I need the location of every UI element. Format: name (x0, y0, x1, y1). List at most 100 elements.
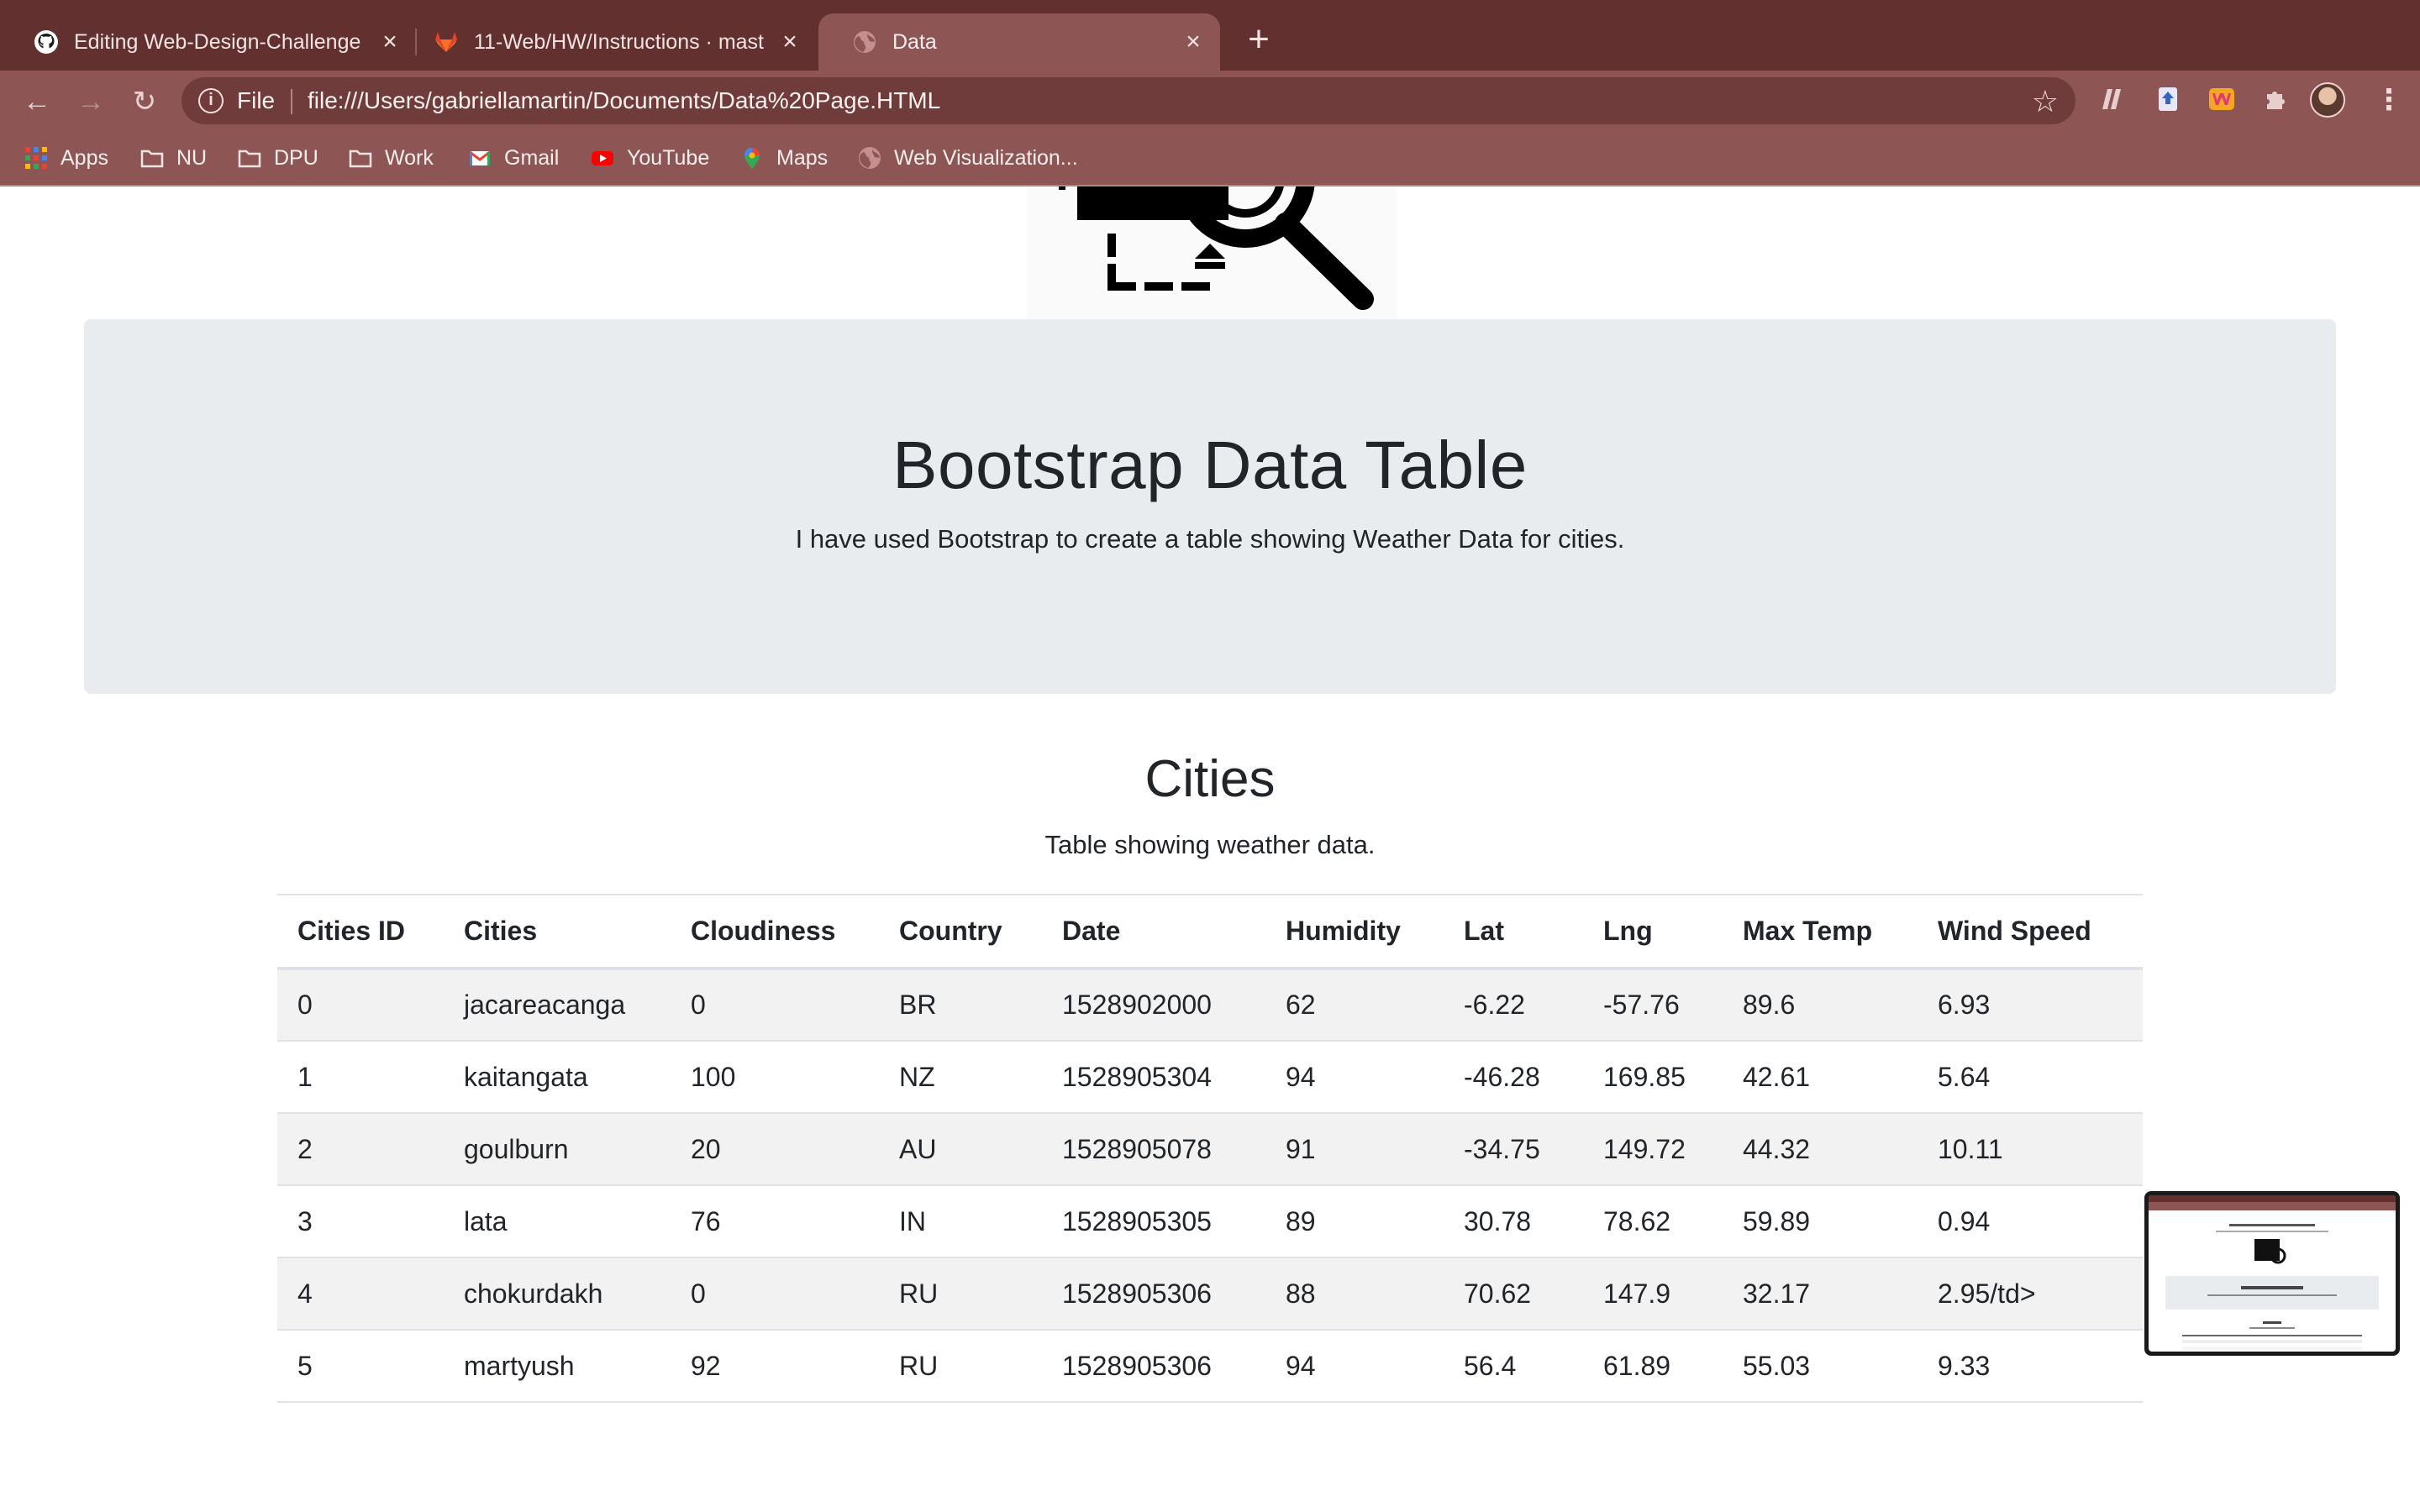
table-cell: NZ (879, 1041, 1042, 1114)
page-viewport: Bootstrap Data Table I have used Bootstr… (0, 186, 2420, 1512)
apps-grid-icon (25, 147, 47, 169)
folder-icon (140, 150, 164, 168)
table-cell: 0 (277, 969, 444, 1042)
table-cell: 30.78 (1444, 1185, 1583, 1258)
info-icon[interactable]: i (198, 88, 224, 113)
bookmark-maps[interactable]: Maps (739, 143, 828, 173)
table-cell: goulburn (444, 1113, 671, 1186)
tab-instructions[interactable]: 11-Web/HW/Instructions · mast × (400, 13, 817, 71)
tab-data[interactable]: Data × (818, 13, 1220, 71)
table-cell: AU (879, 1113, 1042, 1186)
gmail-icon (469, 150, 491, 165)
table-cell: 2 (277, 1113, 444, 1186)
bookmark-label: Web Visualization... (894, 145, 1078, 170)
address-url[interactable]: file:///Users/gabriellamartin/Documents/… (308, 87, 940, 114)
bookmark-label: NU (176, 145, 208, 170)
table-cell: 55.03 (1723, 1330, 1918, 1403)
table-cell: 149.72 (1583, 1113, 1723, 1186)
browser-window: Editing Web-Design-Challenge × 11-Web/HW… (0, 0, 2420, 1512)
page-title: Bootstrap Data Table (892, 428, 1528, 502)
folder-icon (349, 150, 372, 168)
table-row: 2 goulburn 20 AU 1528905078 91 -34.75 14… (277, 1113, 2143, 1186)
table-row: 3 lata 76 IN 1528905305 89 30.78 78.62 5… (277, 1185, 2143, 1258)
bookmark-nu[interactable]: NU (139, 143, 207, 173)
column-header: Max Temp (1723, 894, 1918, 970)
bookmarks-bar: Apps NU DPU Work Gmail YouTube Maps Web … (0, 131, 2420, 186)
table-cell: lata (444, 1185, 671, 1258)
tab-title: Editing Web-Design-Challenge (74, 29, 361, 54)
browser-toolbar: ← → ↻ i File file:///Users/gabriellamart… (0, 71, 2420, 131)
address-separator (291, 89, 292, 114)
table-cell: 62 (1265, 969, 1444, 1042)
table-cell: 1528905306 (1042, 1330, 1265, 1403)
address-bar[interactable]: i File file:///Users/gabriellamartin/Doc… (182, 77, 2075, 124)
table-cell: -57.76 (1583, 969, 1723, 1042)
tab-title: 11-Web/HW/Instructions · mast (474, 29, 764, 54)
extensions-puzzle-icon[interactable] (2260, 84, 2291, 114)
column-header: Lat (1444, 894, 1583, 970)
screenshot-thumbnail[interactable] (2144, 1191, 2400, 1356)
close-tab-icon[interactable]: × (1178, 27, 1208, 57)
table-cell: 0 (671, 1257, 879, 1331)
table-cell: 88 (1265, 1257, 1444, 1331)
table-cell: IN (879, 1185, 1042, 1258)
table-cell: 2.95/td> (1918, 1257, 2143, 1331)
back-arrow-icon[interactable]: ← (22, 87, 52, 118)
more-options-icon[interactable]: ⋮ (2375, 81, 2403, 119)
jumbotron-lead: I have used Bootstrap to create a table … (795, 524, 1625, 554)
table-header-row: Cities ID Cities Cloudiness Country Date… (277, 894, 2143, 970)
folder-icon (238, 150, 261, 168)
bookmark-youtube[interactable]: YouTube (590, 143, 709, 173)
bookmark-web-visualization[interactable]: Web Visualization... (857, 143, 1078, 173)
table-cell: 92 (671, 1330, 879, 1403)
table-cell: 10.11 (1918, 1113, 2143, 1186)
table-cell: 0 (671, 969, 879, 1042)
table-cell: chokurdakh (444, 1257, 671, 1331)
wix-extension-icon[interactable] (2207, 84, 2237, 114)
bookmark-gmail[interactable]: Gmail (467, 143, 559, 173)
data-search-icon (1027, 186, 1397, 338)
bookmark-work[interactable]: Work (348, 143, 434, 173)
column-header: Date (1042, 894, 1265, 970)
bookmark-apps[interactable]: Apps (24, 143, 108, 173)
table-row: 4 chokurdakh 0 RU 1528905306 88 70.62 14… (277, 1257, 2143, 1331)
tab-title: Data (892, 29, 937, 54)
forward-arrow-icon[interactable]: → (76, 87, 106, 118)
table-cell: 59.89 (1723, 1185, 1918, 1258)
table-cell: 1528902000 (1042, 969, 1265, 1042)
table-cell: 89.6 (1723, 969, 1918, 1042)
table-cell: 1 (277, 1041, 444, 1114)
column-header: Cities (444, 894, 671, 970)
section-subtitle: Table showing weather data. (1044, 830, 1376, 859)
maps-icon (744, 148, 760, 169)
profile-avatar[interactable] (2310, 82, 2345, 118)
reload-icon[interactable]: ↻ (129, 87, 160, 118)
table-cell: 78.62 (1583, 1185, 1723, 1258)
table-cell: -6.22 (1444, 969, 1583, 1042)
address-scheme-label: File (237, 87, 276, 113)
table-cell: 100 (671, 1041, 879, 1114)
table-cell: 56.4 (1444, 1330, 1583, 1403)
table-cell: 0.94 (1918, 1185, 2143, 1258)
thumbnail-page-image (2149, 1195, 2396, 1350)
weather-data-table: Cities ID Cities Cloudiness Country Date… (277, 894, 2143, 1403)
table-cell: 94 (1265, 1041, 1444, 1114)
table-cell: 169.85 (1583, 1041, 1723, 1114)
table-cell: 89 (1265, 1185, 1444, 1258)
new-tab-button[interactable]: + (1242, 21, 1276, 58)
bookmark-star-icon[interactable]: ☆ (2032, 84, 2059, 119)
table-cell: 1528905304 (1042, 1041, 1265, 1114)
globe-icon (854, 31, 876, 53)
tab-editing-web-design[interactable]: Editing Web-Design-Challenge × (0, 13, 417, 71)
bookmark-label: Work (385, 145, 434, 170)
table-cell: 6.93 (1918, 969, 2143, 1042)
upload-extension-icon[interactable] (2153, 84, 2183, 114)
thumbnail-preview (2149, 1195, 2396, 1352)
reading-extension-icon[interactable] (2097, 84, 2128, 114)
bookmark-dpu[interactable]: DPU (237, 143, 318, 173)
table-row: 1 kaitangata 100 NZ 1528905304 94 -46.28… (277, 1041, 2143, 1114)
close-tab-icon[interactable]: × (775, 27, 805, 57)
table-cell: BR (879, 969, 1042, 1042)
table-cell: 147.9 (1583, 1257, 1723, 1331)
table-cell: kaitangata (444, 1041, 671, 1114)
